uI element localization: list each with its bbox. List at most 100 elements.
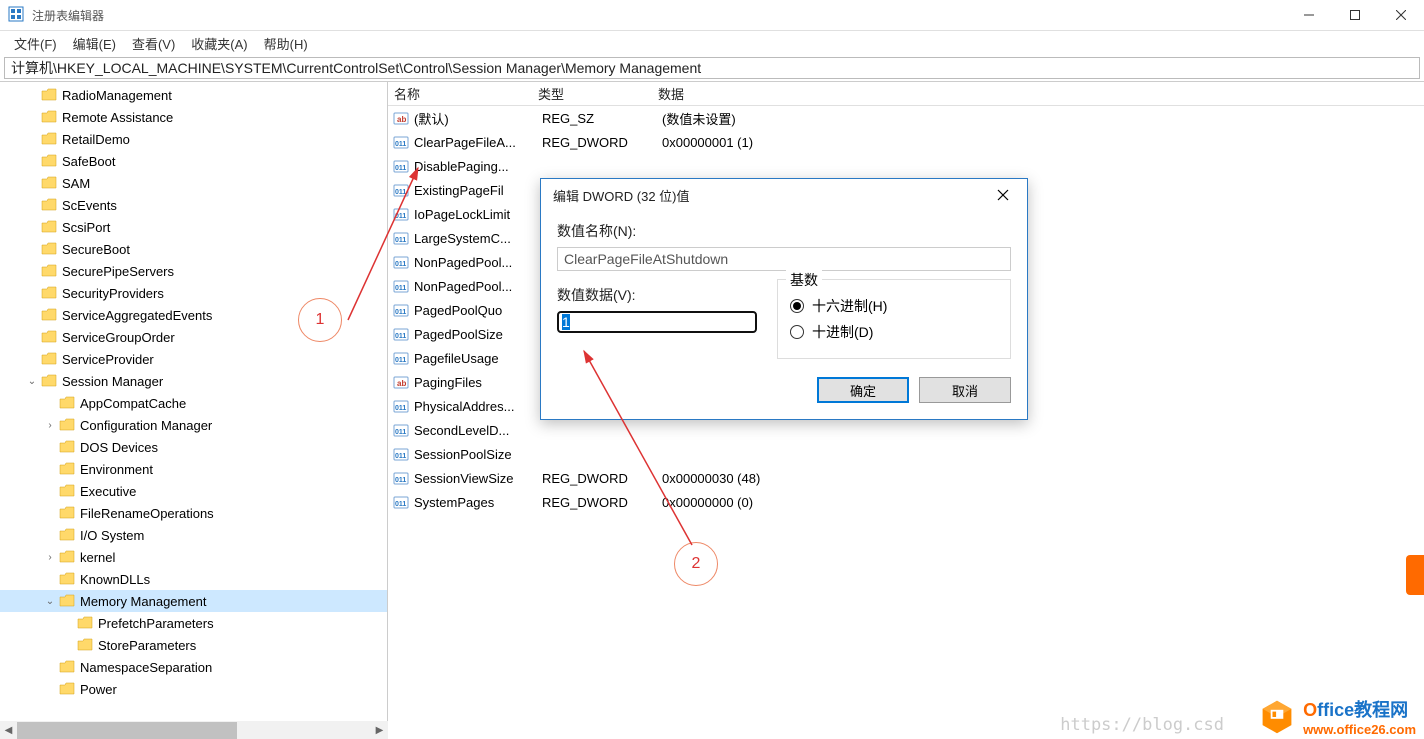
tree-item[interactable]: SecureBoot — [0, 238, 387, 260]
list-row[interactable]: 011SecondLevelD... — [388, 418, 1424, 442]
tree-item-label: SafeBoot — [62, 154, 116, 169]
list-row[interactable]: 011SessionPoolSize — [388, 442, 1424, 466]
tree-item-label: Executive — [80, 484, 136, 499]
maximize-button[interactable] — [1332, 0, 1378, 31]
value-type-icon: 011 — [392, 445, 410, 463]
address-bar[interactable]: 计算机\HKEY_LOCAL_MACHINE\SYSTEM\CurrentCon… — [4, 57, 1420, 79]
menu-view[interactable]: 查看(V) — [124, 32, 183, 55]
expander-icon[interactable]: › — [42, 420, 58, 431]
list-row[interactable]: 011SystemPagesREG_DWORD0x00000000 (0) — [388, 490, 1424, 514]
tree-item[interactable]: RadioManagement — [0, 84, 387, 106]
tree-item[interactable]: I/O System — [0, 524, 387, 546]
dialog-value-input[interactable] — [557, 311, 757, 333]
row-name: ExistingPageFil — [414, 183, 542, 198]
tree-item[interactable]: SecurePipeServers — [0, 260, 387, 282]
tree-item-label: PrefetchParameters — [98, 616, 214, 631]
row-name: PhysicalAddres... — [414, 399, 542, 414]
row-name: SecondLevelD... — [414, 423, 542, 438]
row-type: REG_DWORD — [542, 135, 662, 150]
radio-hex[interactable]: 十六进制(H) — [790, 296, 998, 316]
radio-dec-button[interactable] — [790, 325, 804, 339]
folder-icon — [58, 527, 76, 543]
menu-help[interactable]: 帮助(H) — [256, 32, 316, 55]
expander-icon[interactable]: ⌄ — [42, 596, 58, 607]
folder-icon — [58, 681, 76, 697]
col-header-type[interactable]: 类型 — [538, 84, 658, 103]
tree-item[interactable]: AppCompatCache — [0, 392, 387, 414]
tree-item[interactable]: KnownDLLs — [0, 568, 387, 590]
tree-item[interactable]: DOS Devices — [0, 436, 387, 458]
folder-icon — [58, 461, 76, 477]
tree-item-label: SecurePipeServers — [62, 264, 174, 279]
ok-button[interactable]: 确定 — [817, 377, 909, 403]
tree-item-label: NamespaceSeparation — [80, 660, 212, 675]
tree-item[interactable]: StoreParameters — [0, 634, 387, 656]
tree-item[interactable]: RetailDemo — [0, 128, 387, 150]
tree-item[interactable]: ⌄Memory Management — [0, 590, 387, 612]
value-type-icon: 011 — [392, 301, 410, 319]
row-name: LargeSystemC... — [414, 231, 542, 246]
tree-item-label: ScEvents — [62, 198, 117, 213]
row-name: PagedPoolQuo — [414, 303, 542, 318]
tree-hscrollbar[interactable]: ◀ ▶ — [0, 721, 388, 739]
list-row[interactable]: 011ClearPageFileA...REG_DWORD0x00000001 … — [388, 130, 1424, 154]
value-type-icon: ab — [392, 373, 410, 391]
svg-text:011: 011 — [395, 261, 406, 268]
tree-item[interactable]: ⌄Session Manager — [0, 370, 387, 392]
tree-item[interactable]: PrefetchParameters — [0, 612, 387, 634]
row-data: (数值未设置) — [662, 109, 1424, 128]
menu-bar: 文件(F) 编辑(E) 查看(V) 收藏夹(A) 帮助(H) — [0, 31, 1424, 55]
folder-icon — [40, 197, 58, 213]
tree-pane[interactable]: RadioManagement Remote Assistance RetailDe… — [0, 82, 388, 721]
tree-item[interactable]: SAM — [0, 172, 387, 194]
list-row[interactable]: 011SessionViewSizeREG_DWORD0x00000030 (4… — [388, 466, 1424, 490]
folder-icon — [40, 329, 58, 345]
tree-item-label: Power — [80, 682, 117, 697]
minimize-button[interactable] — [1286, 0, 1332, 31]
tree-item[interactable]: ScsiPort — [0, 216, 387, 238]
list-row[interactable]: ab(默认)REG_SZ(数值未设置) — [388, 106, 1424, 130]
menu-file[interactable]: 文件(F) — [6, 32, 65, 55]
dialog-close-button[interactable] — [987, 181, 1019, 209]
tree-item-label: Configuration Manager — [80, 418, 212, 433]
tree-item[interactable]: Power — [0, 678, 387, 700]
menu-edit[interactable]: 编辑(E) — [65, 32, 124, 55]
tree-item[interactable]: ScEvents — [0, 194, 387, 216]
menu-favorites[interactable]: 收藏夹(A) — [183, 32, 255, 55]
radio-dec[interactable]: 十进制(D) — [790, 322, 998, 342]
tree-item[interactable]: ServiceProvider — [0, 348, 387, 370]
tree-item[interactable]: ›kernel — [0, 546, 387, 568]
tree-item-label: Remote Assistance — [62, 110, 173, 125]
value-type-icon: 011 — [392, 181, 410, 199]
cancel-button[interactable]: 取消 — [919, 377, 1011, 403]
tree-item[interactable]: NamespaceSeparation — [0, 656, 387, 678]
value-type-icon: 011 — [392, 133, 410, 151]
list-row[interactable]: 011DisablePaging... — [388, 154, 1424, 178]
row-type: REG_DWORD — [542, 471, 662, 486]
folder-icon — [76, 637, 94, 653]
scroll-left-icon[interactable]: ◀ — [0, 722, 17, 739]
tree-item[interactable]: FileRenameOperations — [0, 502, 387, 524]
value-type-icon: 011 — [392, 325, 410, 343]
tree-item-label: Environment — [80, 462, 153, 477]
close-button[interactable] — [1378, 0, 1424, 31]
expander-icon[interactable]: › — [42, 552, 58, 563]
col-header-name[interactable]: 名称 — [388, 84, 538, 103]
tree-item[interactable]: SafeBoot — [0, 150, 387, 172]
folder-icon — [58, 549, 76, 565]
col-header-data[interactable]: 数据 — [658, 84, 1424, 103]
tree-item[interactable]: Environment — [0, 458, 387, 480]
radio-hex-button[interactable] — [790, 299, 804, 313]
site-logo: Office教程网 www.office26.com — [1259, 696, 1416, 737]
scroll-thumb[interactable] — [17, 722, 237, 739]
tree-item[interactable]: Remote Assistance — [0, 106, 387, 128]
value-type-icon: 011 — [392, 469, 410, 487]
expander-icon[interactable]: ⌄ — [24, 376, 40, 387]
tree-item[interactable]: Executive — [0, 480, 387, 502]
dialog-value-label: 数值数据(V): — [557, 285, 777, 305]
floating-widget-icon — [1406, 555, 1424, 595]
tree-item[interactable]: › Configuration Manager — [0, 414, 387, 436]
scroll-right-icon[interactable]: ▶ — [371, 722, 388, 739]
dialog-base-label: 基数 — [786, 270, 822, 290]
folder-icon — [40, 373, 58, 389]
